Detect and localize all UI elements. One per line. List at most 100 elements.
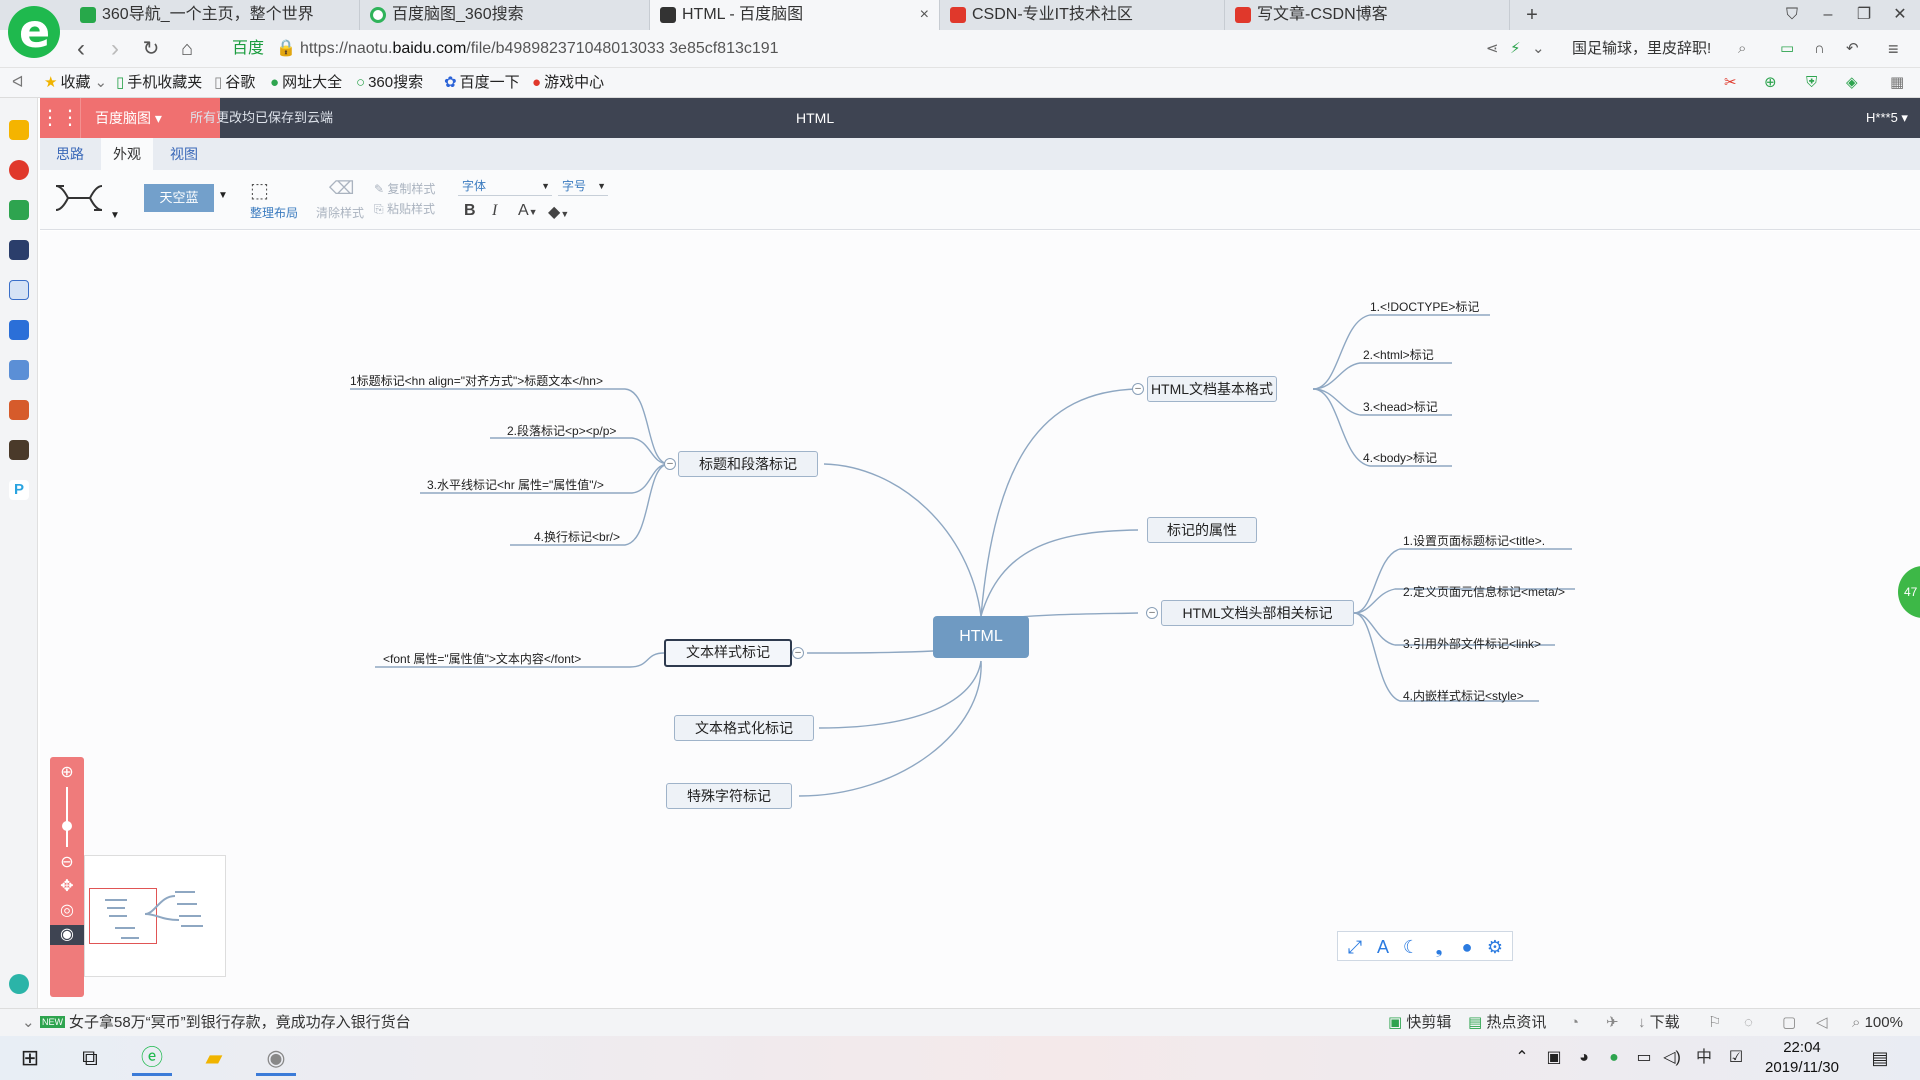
share-icon[interactable]: ⋖ <box>1486 30 1499 68</box>
leaf-node[interactable]: 2.段落标记<p><p/p> <box>507 422 616 439</box>
italic-button[interactable]: I <box>492 202 497 220</box>
leaf-node[interactable]: 1标题标记<hn align="对齐方式">标题文本</hn> <box>350 372 603 389</box>
leaf-node[interactable]: 4.<body>标记 <box>1363 449 1437 466</box>
arrange-layout-button[interactable]: 整理布局 <box>250 204 298 221</box>
p-app-icon[interactable]: P <box>9 480 29 500</box>
leaf-node[interactable]: 3.水平线标记<hr 属性="属性值"/> <box>427 476 604 493</box>
game-icon[interactable] <box>9 440 29 460</box>
moon-icon[interactable]: ☾ <box>1400 936 1422 958</box>
url-input[interactable]: 百度 🔒 https://naotu.baidu.com/file/b4989823… <box>232 35 1462 63</box>
search-icon[interactable]: ⌕ <box>1738 30 1746 68</box>
bookmark-360search[interactable]: ○ 360搜索 <box>356 68 423 98</box>
refresh-button[interactable]: ↻ <box>136 34 166 64</box>
task-view-icon[interactable]: ⧉ <box>70 1040 110 1076</box>
leaf-node[interactable]: 3.引用外部文件标记<link> <box>1403 635 1541 652</box>
screenshot-icon[interactable]: ⤢ <box>1344 936 1366 958</box>
browser-tab-360nav[interactable]: 360导航_一个主页，整个世界 <box>70 0 360 30</box>
bold-button[interactable]: B <box>464 202 476 220</box>
shield-icon[interactable]: ⛨ <box>1806 68 1817 98</box>
file-explorer-icon[interactable]: ▰ <box>194 1040 234 1076</box>
mindmap-canvas[interactable]: HTML HTML文档基本格式 – 标记的属性 HTML文档头部相关标记 – 1… <box>40 231 1920 1008</box>
quick-edit-button[interactable]: ▣ 快剪辑 <box>1388 1009 1451 1037</box>
eye-icon[interactable]: ◉ <box>50 925 84 945</box>
home-button[interactable]: ⌂ <box>172 34 202 64</box>
collapse-toggle-icon[interactable]: – <box>1132 383 1144 395</box>
grid-icon[interactable]: ▦ <box>1890 68 1904 98</box>
forward-button[interactable]: › <box>100 34 130 64</box>
apps-grid-icon[interactable]: ⋮⋮ <box>40 98 80 138</box>
clear-style-button[interactable]: 清除样式 <box>316 204 364 221</box>
document-title[interactable]: HTML <box>796 98 834 138</box>
copy-style-button[interactable]: ✎ 复制样式 <box>374 180 435 197</box>
font-color-button[interactable]: A▼ <box>518 202 538 220</box>
game-icon[interactable] <box>9 400 29 420</box>
root-node[interactable]: HTML <box>933 616 1029 658</box>
refresh-icon[interactable]: ◌ <box>1744 1009 1753 1037</box>
settings-gear-icon[interactable]: ⚙ <box>1484 936 1506 958</box>
caret-down-icon[interactable]: ▼ <box>218 190 228 201</box>
background-color-button[interactable]: ◆▼ <box>548 202 569 222</box>
bookmark-baidu[interactable]: ✿ 百度一下 <box>444 68 520 98</box>
user-menu[interactable]: H***5 ▾ <box>1866 98 1908 138</box>
bookmark-mobile[interactable]: ▯ 手机收藏夹 <box>116 68 202 98</box>
zoom-level[interactable]: ⌕ 100% <box>1852 1009 1903 1037</box>
voice-icon[interactable]: ❟ <box>1428 936 1450 958</box>
tab-view[interactable]: 视图 <box>158 138 210 170</box>
headline-notice[interactable]: 国足输球，里皮辞职! <box>1572 30 1711 68</box>
zoom-out-icon[interactable]: ⊖ <box>57 853 77 873</box>
browser-tab-csdn[interactable]: CSDN-专业IT技术社区 <box>940 0 1225 30</box>
collapse-toggle-icon[interactable]: – <box>664 458 676 470</box>
tab-idea[interactable]: 思路 <box>44 138 96 170</box>
menu-icon[interactable]: ≡ <box>1888 30 1899 68</box>
theme-button[interactable]: 天空蓝 <box>144 184 214 212</box>
360-browser-taskbar-icon[interactable]: ⓔ <box>132 1040 172 1076</box>
zoom-slider-track[interactable] <box>66 787 68 847</box>
download-button[interactable]: ↓ 下载 <box>1638 1009 1680 1037</box>
paste-style-button[interactable]: ⎘ 粘贴样式 <box>374 200 435 217</box>
browser-tab-csdn-write[interactable]: 写文章-CSDN博客 <box>1225 0 1510 30</box>
browser-tab-360search[interactable]: 百度脑图_360搜索 <box>360 0 650 30</box>
speaker-icon[interactable]: ◁ <box>1816 1009 1828 1037</box>
maximize-button[interactable]: ❐ <box>1846 0 1882 30</box>
scissors-icon[interactable]: ✂ <box>1724 68 1737 98</box>
favorites-icon[interactable] <box>9 120 29 140</box>
action-icon[interactable]: ☑ <box>1716 1040 1756 1076</box>
doc-icon[interactable] <box>9 280 29 300</box>
undo-icon[interactable]: ↶ <box>1846 30 1859 68</box>
chat-icon[interactable] <box>9 320 29 340</box>
leaf-node[interactable]: 1.设置页面标题标记<title>. <box>1403 532 1545 549</box>
chevron-down-icon[interactable]: ⌄ <box>22 1009 35 1037</box>
branch-node[interactable]: 特殊字符标记 <box>666 783 792 809</box>
chevron-down-icon[interactable]: ⌄ <box>1532 30 1545 68</box>
news-icon[interactable] <box>9 240 29 260</box>
font-size-select[interactable]: 字号 ▼ <box>558 176 608 196</box>
bookmark-games[interactable]: ● 游戏中心 <box>532 68 604 98</box>
leaf-node[interactable]: 2.定义页面元信息标记<meta/> <box>1403 583 1565 600</box>
tab-appearance[interactable]: 外观 <box>101 138 153 170</box>
translate-icon[interactable]: ⊕ <box>1764 68 1777 98</box>
minimize-button[interactable]: – <box>1810 0 1846 30</box>
sidebar-toggle-icon[interactable]: ᐊ <box>12 68 24 98</box>
leaf-node[interactable]: 4.内嵌样式标记<style> <box>1403 687 1524 704</box>
media-player-icon[interactable]: ◉ <box>256 1040 296 1076</box>
branch-node-selected[interactable]: 文本样式标记 <box>664 639 792 667</box>
notification-icon[interactable]: ▤ <box>1860 1040 1900 1076</box>
leaf-node[interactable]: 3.<head>标记 <box>1363 398 1438 415</box>
font-family-select[interactable]: 字体 ▼ <box>458 176 552 196</box>
gamepad-icon[interactable]: ◈ <box>1846 68 1858 98</box>
close-tab-icon[interactable]: × <box>920 0 929 30</box>
minimap[interactable] <box>84 855 226 977</box>
mail-icon[interactable] <box>9 200 29 220</box>
clock[interactable]: 22:04 2019/11/30 <box>1756 1038 1848 1078</box>
user-icon[interactable]: ● <box>1456 936 1478 958</box>
hot-news-button[interactable]: ▤ 热点资讯 <box>1468 1009 1546 1037</box>
shirt-icon[interactable]: ⛉ <box>1774 0 1810 30</box>
collapse-toggle-icon[interactable]: – <box>1146 607 1158 619</box>
weibo-icon[interactable] <box>9 160 29 180</box>
windows-start-icon[interactable]: ⊞ <box>10 1040 50 1076</box>
text-icon[interactable]: A <box>1372 936 1394 958</box>
move-icon[interactable]: ✥ <box>57 877 77 897</box>
branch-node[interactable]: HTML文档基本格式 <box>1147 376 1277 402</box>
locate-icon[interactable]: ◎ <box>57 901 77 921</box>
branch-node[interactable]: 文本格式化标记 <box>674 715 814 741</box>
